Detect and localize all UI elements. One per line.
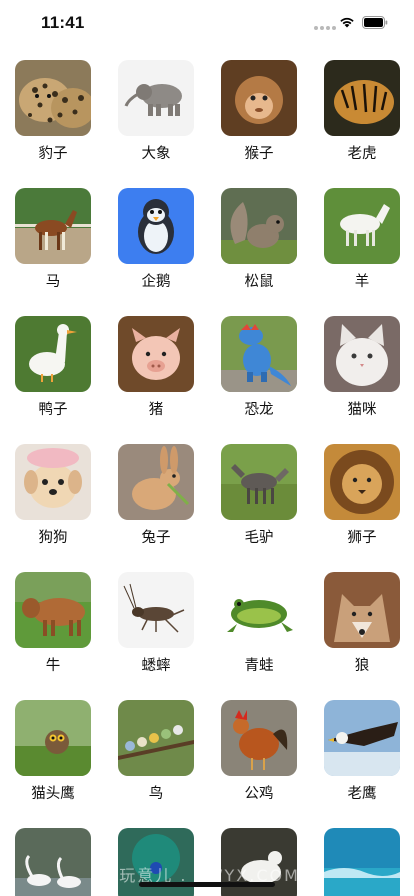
donkey-image [221, 444, 297, 520]
animal-label: 青蛙 [244, 658, 274, 674]
eagle-image [324, 700, 400, 776]
rooster-image [221, 700, 297, 776]
animal-tile-duck[interactable]: 鸭子 [15, 316, 91, 424]
animal-tile-pig[interactable]: 猪 [118, 316, 194, 424]
animal-label: 企鹅 [141, 274, 171, 290]
animal-label: 狗狗 [38, 530, 68, 546]
animal-tile-cricket[interactable]: 蟋蟀 [118, 572, 194, 680]
cat-image [324, 316, 400, 392]
wolf-image [324, 572, 400, 648]
animal-label: 猪 [148, 402, 164, 418]
battery-icon [362, 16, 388, 29]
animal-label: 蟋蟀 [141, 658, 171, 674]
cricket-image [118, 572, 194, 648]
animal-tile-bird[interactable]: 鸟 [118, 700, 194, 808]
cellular-signal-icon [314, 26, 336, 30]
monkey-image [221, 60, 297, 136]
animal-label: 大象 [141, 146, 171, 162]
frog-image [221, 572, 297, 648]
tiger-image [324, 60, 400, 136]
animal-tile-cow[interactable]: 牛 [15, 572, 91, 680]
animal-tile-lion[interactable]: 狮子 [324, 444, 400, 552]
animal-tile-horse[interactable]: 马 [15, 188, 91, 296]
animal-label: 鸭子 [38, 402, 68, 418]
animal-label: 羊 [354, 274, 370, 290]
status-time: 11:41 [41, 13, 85, 32]
animal-tile-wolf[interactable]: 狼 [324, 572, 400, 680]
animal-label: 恐龙 [244, 402, 274, 418]
elephant-image [118, 60, 194, 136]
animal-label: 猫咪 [347, 402, 377, 418]
animal-label: 豹子 [38, 146, 68, 162]
wifi-icon [340, 17, 354, 28]
animal-tile-tiger[interactable]: 老虎 [324, 60, 400, 168]
animal-label: 老虎 [347, 146, 377, 162]
dog-image [15, 444, 91, 520]
dolphin-image [324, 828, 400, 896]
animal-label: 狮子 [347, 530, 377, 546]
animal-tile-dolphin[interactable] [324, 828, 400, 896]
squirrel-image [221, 188, 297, 264]
animal-tile-squirrel[interactable]: 松鼠 [221, 188, 297, 296]
animal-tile-dog[interactable]: 狗狗 [15, 444, 91, 552]
goat-image [324, 188, 400, 264]
animal-tile-rabbit[interactable]: 兔子 [118, 444, 194, 552]
animal-tile-cat[interactable]: 猫咪 [324, 316, 400, 424]
animal-tile-eagle[interactable]: 老鹰 [324, 700, 400, 808]
penguin-image [118, 188, 194, 264]
animal-tile-swan[interactable] [15, 828, 91, 896]
animal-tile-donkey[interactable]: 毛驴 [221, 444, 297, 552]
animal-label: 猴子 [244, 146, 274, 162]
animal-label: 马 [45, 274, 61, 290]
animal-tile-goat[interactable]: 羊 [324, 188, 400, 296]
animal-label: 狼 [354, 658, 370, 674]
animal-label: 老鹰 [347, 786, 377, 802]
animal-tile-leopard[interactable]: 豹子 [15, 60, 91, 168]
animal-label: 牛 [45, 658, 61, 674]
cow-image [15, 572, 91, 648]
swan-image [15, 828, 91, 896]
status-bar: 11:41 [0, 0, 414, 46]
duck-image [15, 316, 91, 392]
animal-label: 鸟 [148, 786, 164, 802]
rabbit-image [118, 444, 194, 520]
leopard-image [15, 60, 91, 136]
lion-image [324, 444, 400, 520]
pig-image [118, 316, 194, 392]
animal-tile-owl[interactable]: 猫头鹰 [15, 700, 91, 808]
home-indicator[interactable] [139, 882, 275, 887]
animal-label: 公鸡 [244, 786, 274, 802]
animal-tile-monkey[interactable]: 猴子 [221, 60, 297, 168]
animal-tile-dinosaur[interactable]: 恐龙 [221, 316, 297, 424]
dinosaur-image [221, 316, 297, 392]
owl-image [15, 700, 91, 776]
animal-tile-penguin[interactable]: 企鹅 [118, 188, 194, 296]
animal-label: 松鼠 [244, 274, 274, 290]
animal-tile-rooster[interactable]: 公鸡 [221, 700, 297, 808]
animal-label: 猫头鹰 [31, 786, 75, 802]
bird-image [118, 700, 194, 776]
animal-tile-elephant[interactable]: 大象 [118, 60, 194, 168]
horse-image [15, 188, 91, 264]
animal-label: 毛驴 [244, 530, 274, 546]
animal-tile-frog[interactable]: 青蛙 [221, 572, 297, 680]
animal-label: 兔子 [141, 530, 171, 546]
